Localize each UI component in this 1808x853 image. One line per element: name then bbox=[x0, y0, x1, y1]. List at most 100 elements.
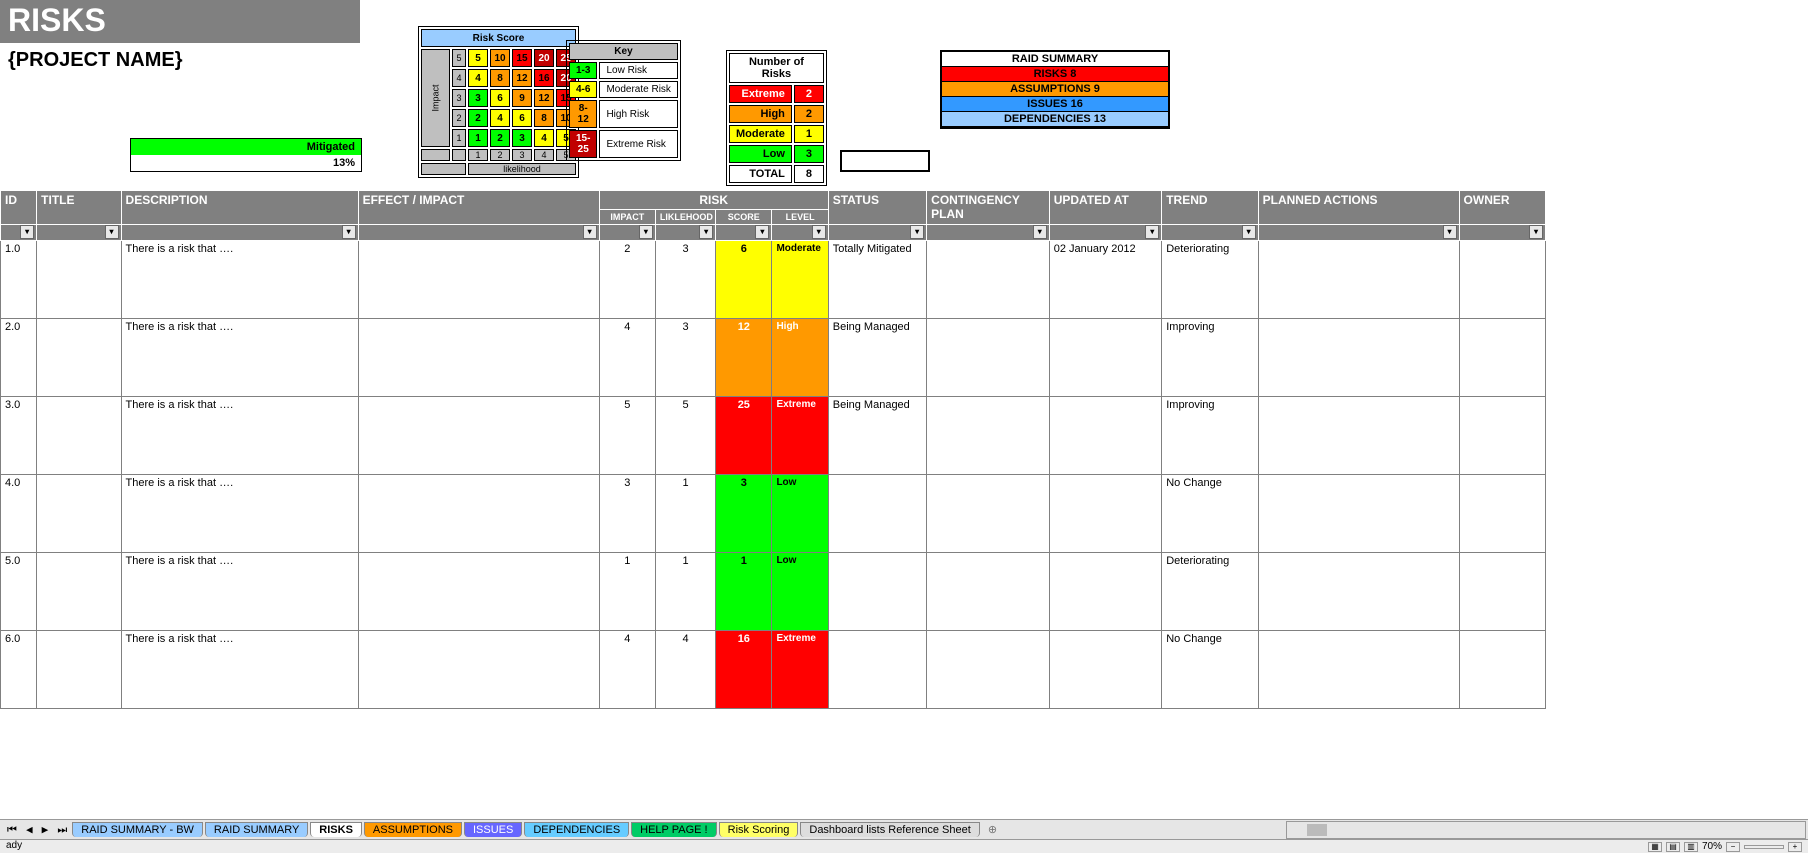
cell-contingency[interactable] bbox=[927, 319, 1050, 397]
cell-contingency[interactable] bbox=[927, 553, 1050, 631]
col-risk[interactable]: RISK bbox=[599, 191, 828, 210]
cell-likelihood[interactable]: 1 bbox=[655, 553, 715, 631]
sheet-tab[interactable]: ISSUES bbox=[464, 822, 522, 837]
cell-trend[interactable]: Improving bbox=[1162, 319, 1258, 397]
col-status[interactable]: STATUS bbox=[828, 191, 926, 225]
col-actions[interactable]: PLANNED ACTIONS bbox=[1258, 191, 1459, 225]
sheet-tab[interactable]: RISKS bbox=[310, 822, 362, 837]
cell-description[interactable]: There is a risk that …. bbox=[121, 319, 358, 397]
cell-effect[interactable] bbox=[358, 241, 599, 319]
view-pagebreak-icon[interactable]: ▥ bbox=[1684, 842, 1698, 852]
cell-status[interactable]: Being Managed bbox=[828, 397, 926, 475]
new-sheet-icon[interactable]: ⊕ bbox=[982, 823, 1003, 836]
col-likelihood[interactable]: LIKLEHOOD bbox=[655, 210, 715, 225]
cell-status[interactable]: Being Managed bbox=[828, 319, 926, 397]
filter-dropdown-icon[interactable]: ▾ bbox=[1242, 225, 1256, 239]
cell-description[interactable]: There is a risk that …. bbox=[121, 241, 358, 319]
cell-trend[interactable]: Improving bbox=[1162, 397, 1258, 475]
cell-trend[interactable]: No Change bbox=[1162, 475, 1258, 553]
cell-contingency[interactable] bbox=[927, 631, 1050, 709]
table-row[interactable]: 6.0 There is a risk that …. 4 4 16 Extre… bbox=[1, 631, 1546, 709]
col-id[interactable]: ID bbox=[1, 191, 37, 225]
col-level[interactable]: LEVEL bbox=[772, 210, 828, 225]
horizontal-scrollbar[interactable] bbox=[1286, 821, 1806, 839]
filter-dropdown-icon[interactable]: ▾ bbox=[755, 225, 769, 239]
cell-id[interactable]: 4.0 bbox=[1, 475, 37, 553]
cell-trend[interactable]: Deteriorating bbox=[1162, 553, 1258, 631]
cell-updated[interactable]: 02 January 2012 bbox=[1049, 241, 1162, 319]
cell-status[interactable] bbox=[828, 553, 926, 631]
cell-description[interactable]: There is a risk that …. bbox=[121, 397, 358, 475]
selected-cell[interactable] bbox=[840, 150, 930, 172]
cell-score[interactable]: 6 bbox=[716, 241, 772, 319]
filter-dropdown-icon[interactable]: ▾ bbox=[1145, 225, 1159, 239]
view-layout-icon[interactable]: ▤ bbox=[1666, 842, 1680, 852]
cell-updated[interactable] bbox=[1049, 397, 1162, 475]
cell-level[interactable]: High bbox=[772, 319, 828, 397]
sheet-tab[interactable]: Dashboard lists Reference Sheet bbox=[800, 822, 979, 837]
cell-updated[interactable] bbox=[1049, 319, 1162, 397]
cell-effect[interactable] bbox=[358, 631, 599, 709]
cell-status[interactable]: Totally Mitigated bbox=[828, 241, 926, 319]
zoom-out-icon[interactable]: − bbox=[1726, 842, 1740, 852]
filter-dropdown-icon[interactable]: ▾ bbox=[910, 225, 924, 239]
cell-actions[interactable] bbox=[1258, 319, 1459, 397]
nav-first-icon[interactable]: ⏮ bbox=[4, 823, 20, 836]
filter-dropdown-icon[interactable]: ▾ bbox=[105, 225, 119, 239]
cell-id[interactable]: 5.0 bbox=[1, 553, 37, 631]
filter-dropdown-icon[interactable]: ▾ bbox=[1529, 225, 1543, 239]
col-updated[interactable]: UPDATED AT bbox=[1049, 191, 1162, 225]
nav-last-icon[interactable]: ⏭ bbox=[54, 823, 70, 836]
cell-updated[interactable] bbox=[1049, 631, 1162, 709]
filter-dropdown-icon[interactable]: ▾ bbox=[1033, 225, 1047, 239]
cell-owner[interactable] bbox=[1459, 241, 1545, 319]
filter-dropdown-icon[interactable]: ▾ bbox=[583, 225, 597, 239]
cell-status[interactable] bbox=[828, 475, 926, 553]
cell-description[interactable]: There is a risk that …. bbox=[121, 553, 358, 631]
cell-likelihood[interactable]: 1 bbox=[655, 475, 715, 553]
cell-effect[interactable] bbox=[358, 319, 599, 397]
cell-impact[interactable]: 2 bbox=[599, 241, 655, 319]
cell-contingency[interactable] bbox=[927, 241, 1050, 319]
cell-score[interactable]: 25 bbox=[716, 397, 772, 475]
cell-owner[interactable] bbox=[1459, 631, 1545, 709]
cell-likelihood[interactable]: 5 bbox=[655, 397, 715, 475]
nav-prev-icon[interactable]: ◀ bbox=[23, 823, 36, 836]
cell-trend[interactable]: No Change bbox=[1162, 631, 1258, 709]
col-effect[interactable]: EFFECT / IMPACT bbox=[358, 191, 599, 225]
cell-actions[interactable] bbox=[1258, 475, 1459, 553]
cell-effect[interactable] bbox=[358, 397, 599, 475]
cell-title[interactable] bbox=[37, 241, 121, 319]
sheet-tab[interactable]: Risk Scoring bbox=[719, 822, 799, 837]
col-trend[interactable]: TREND bbox=[1162, 191, 1258, 225]
cell-level[interactable]: Extreme bbox=[772, 397, 828, 475]
cell-status[interactable] bbox=[828, 631, 926, 709]
cell-level[interactable]: Extreme bbox=[772, 631, 828, 709]
table-row[interactable]: 4.0 There is a risk that …. 3 1 3 Low No… bbox=[1, 475, 1546, 553]
cell-score[interactable]: 12 bbox=[716, 319, 772, 397]
col-description[interactable]: DESCRIPTION bbox=[121, 191, 358, 225]
zoom-slider[interactable] bbox=[1744, 845, 1784, 849]
cell-description[interactable]: There is a risk that …. bbox=[121, 475, 358, 553]
cell-owner[interactable] bbox=[1459, 475, 1545, 553]
table-row[interactable]: 2.0 There is a risk that …. 4 3 12 High … bbox=[1, 319, 1546, 397]
filter-dropdown-icon[interactable]: ▾ bbox=[699, 225, 713, 239]
cell-impact[interactable]: 5 bbox=[599, 397, 655, 475]
cell-owner[interactable] bbox=[1459, 397, 1545, 475]
cell-effect[interactable] bbox=[358, 475, 599, 553]
nav-next-icon[interactable]: ▶ bbox=[39, 823, 52, 836]
cell-updated[interactable] bbox=[1049, 475, 1162, 553]
cell-actions[interactable] bbox=[1258, 553, 1459, 631]
zoom-in-icon[interactable]: + bbox=[1788, 842, 1802, 852]
cell-contingency[interactable] bbox=[927, 475, 1050, 553]
cell-title[interactable] bbox=[37, 319, 121, 397]
sheet-nav[interactable]: ⏮ ◀ ▶ ⏭ bbox=[4, 823, 70, 837]
col-score[interactable]: SCORE bbox=[716, 210, 772, 225]
cell-score[interactable]: 1 bbox=[716, 553, 772, 631]
cell-score[interactable]: 16 bbox=[716, 631, 772, 709]
sheet-tab[interactable]: RAID SUMMARY bbox=[205, 822, 308, 837]
view-normal-icon[interactable]: ▦ bbox=[1648, 842, 1662, 852]
cell-actions[interactable] bbox=[1258, 631, 1459, 709]
sheet-tab[interactable]: RAID SUMMARY - BW bbox=[72, 822, 203, 837]
filter-dropdown-icon[interactable]: ▾ bbox=[342, 225, 356, 239]
